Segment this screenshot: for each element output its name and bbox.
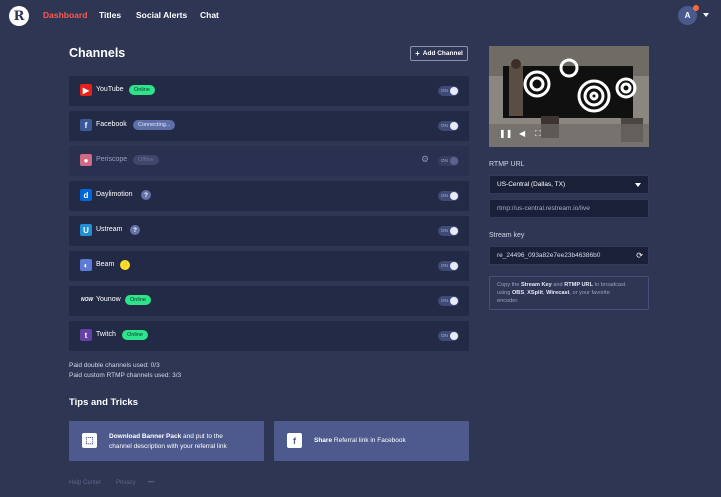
stream-preview[interactable]: ❚❚ ◀ ⛶ (489, 46, 649, 147)
toggle-label: ON (441, 193, 448, 198)
pause-icon[interactable]: ❚❚ (499, 129, 512, 138)
channel-name: Ustream (96, 226, 123, 233)
lightning-icon: ⚡ (120, 260, 130, 270)
stream-key-label: Stream key (489, 232, 525, 239)
notification-dot (693, 5, 699, 11)
channel-row-youtube[interactable]: ▶ YouTube Online ON (69, 76, 469, 106)
status-badge: Online (122, 330, 148, 340)
top-nav: R Dashboard Titles Social Alerts Chat A (0, 0, 721, 31)
toggle-knob (450, 262, 458, 270)
privacy-link[interactable]: Privacy (116, 480, 136, 486)
channel-toggle[interactable]: ON (438, 156, 459, 166)
toggle-label: ON (441, 263, 448, 268)
status-badge: Connecting... (133, 120, 176, 130)
volume-icon[interactable]: ◀ (519, 129, 525, 138)
channel-row-younow[interactable]: NOW Younow Online ON (69, 286, 469, 316)
channel-toggle[interactable]: ON (438, 261, 459, 271)
nav-social-alerts[interactable]: Social Alerts (136, 10, 187, 20)
status-badge: Online (125, 295, 151, 305)
share-facebook-text: Share Referral link in Facebook (314, 437, 406, 444)
toggle-knob (450, 157, 458, 165)
nav-titles[interactable]: Titles (99, 10, 121, 20)
channel-toggle[interactable]: ON (438, 296, 459, 306)
add-channel-button[interactable]: + Add Channel (410, 46, 468, 61)
refresh-icon[interactable]: ⟳ (636, 251, 643, 260)
server-select[interactable]: US-Central (Dallas, TX) (489, 175, 649, 194)
channel-row-daylimotion[interactable]: d Daylimotion? ON (69, 181, 469, 211)
toggle-knob (450, 297, 458, 305)
channel-row-periscope[interactable]: ● Periscope Offline ⚙ ON (69, 146, 469, 176)
more-link[interactable]: ••• (148, 480, 154, 486)
toggle-knob (450, 87, 458, 95)
paid-custom-rtmp: Paid custom RTMP channels used: 3/3 (69, 372, 182, 379)
nav-chat[interactable]: Chat (200, 10, 219, 20)
help-center-link[interactable]: Help Center (69, 480, 101, 486)
toggle-knob (450, 227, 458, 235)
gear-icon[interactable]: ⚙ (421, 154, 429, 165)
youtube-icon: ▶ (80, 84, 92, 96)
stream-key-value: re_24496_093a82e7ee23b46386b0 (497, 252, 601, 259)
younow-icon: NOW (80, 294, 94, 306)
channel-name: Twitch (96, 331, 116, 338)
rtmp-url-value: rtmp://us-central.restream.io/live (497, 205, 590, 212)
banner-pack-card[interactable]: ⬚ Download Banner Pack and put to the ch… (69, 421, 264, 461)
channel-toggle[interactable]: ON (438, 331, 459, 341)
paid-double-channels: Paid double channels used: 0/3 (69, 362, 160, 369)
channel-toggle[interactable]: ON (438, 226, 459, 236)
twitch-icon: t (80, 329, 92, 341)
facebook-icon: f (287, 433, 302, 448)
tips-title: Tips and Tricks (69, 397, 138, 408)
periscope-icon: ● (80, 154, 92, 166)
channel-name: Younow (96, 296, 121, 303)
stream-key-field[interactable]: re_24496_093a82e7ee23b46386b0 ⟳ (489, 246, 649, 265)
channel-toggle[interactable]: ON (438, 191, 459, 201)
help-icon[interactable]: ? (130, 225, 140, 235)
toggle-knob (450, 332, 458, 340)
channel-name: Facebook (96, 121, 127, 128)
preview-image (489, 46, 649, 147)
restream-logo[interactable]: R (9, 6, 29, 26)
fullscreen-icon[interactable]: ⛶ (535, 129, 541, 139)
add-channel-label: Add Channel (422, 50, 463, 57)
help-icon[interactable]: ? (141, 190, 151, 200)
toggle-knob (450, 192, 458, 200)
channel-name: Periscope (96, 156, 128, 163)
channel-row-beam[interactable]: ◐ Beam ⚡ ON (69, 251, 469, 281)
rtmp-url-label: RTMP URL (489, 161, 525, 168)
channel-row-ustream[interactable]: U Ustream? ON (69, 216, 469, 246)
toggle-label: ON (441, 333, 448, 338)
rtmp-url-field[interactable]: rtmp://us-central.restream.io/live (489, 199, 649, 218)
toggle-label: ON (441, 298, 448, 303)
channel-row-facebook[interactable]: f Facebook Connecting... ON (69, 111, 469, 141)
status-badge: Offline (133, 155, 159, 165)
channel-name: Daylimotion (96, 191, 133, 198)
channel-toggle[interactable]: ON (438, 86, 459, 96)
toggle-knob (450, 122, 458, 130)
chevron-down-icon[interactable] (703, 13, 709, 17)
beam-icon: ◐ (80, 259, 92, 271)
dailymotion-icon: d (80, 189, 92, 201)
stream-info-box: Copy the Stream Key and RTMP URL to broa… (489, 276, 649, 310)
channels-title: Channels (69, 46, 126, 60)
plus-icon: + (415, 49, 420, 58)
chevron-down-icon (635, 183, 641, 187)
toggle-label: ON (441, 88, 448, 93)
channel-row-twitch[interactable]: t Twitch Online ON (69, 321, 469, 351)
gift-icon: ⬚ (82, 433, 97, 448)
channel-name: YouTube (96, 86, 124, 93)
channel-name: Beam (96, 261, 115, 268)
facebook-icon: f (80, 119, 92, 131)
status-badge: Online (129, 85, 155, 95)
server-select-value: US-Central (Dallas, TX) (497, 181, 566, 188)
toggle-label: ON (441, 228, 448, 233)
nav-dashboard[interactable]: Dashboard (43, 10, 87, 20)
channel-toggle[interactable]: ON (438, 121, 459, 131)
toggle-label: ON (441, 158, 448, 163)
ustream-icon: U (80, 224, 92, 236)
toggle-label: ON (441, 123, 448, 128)
banner-pack-text: Download Banner Pack and put to the chan… (109, 433, 227, 450)
share-facebook-card[interactable]: f Share Referral link in Facebook (274, 421, 469, 461)
